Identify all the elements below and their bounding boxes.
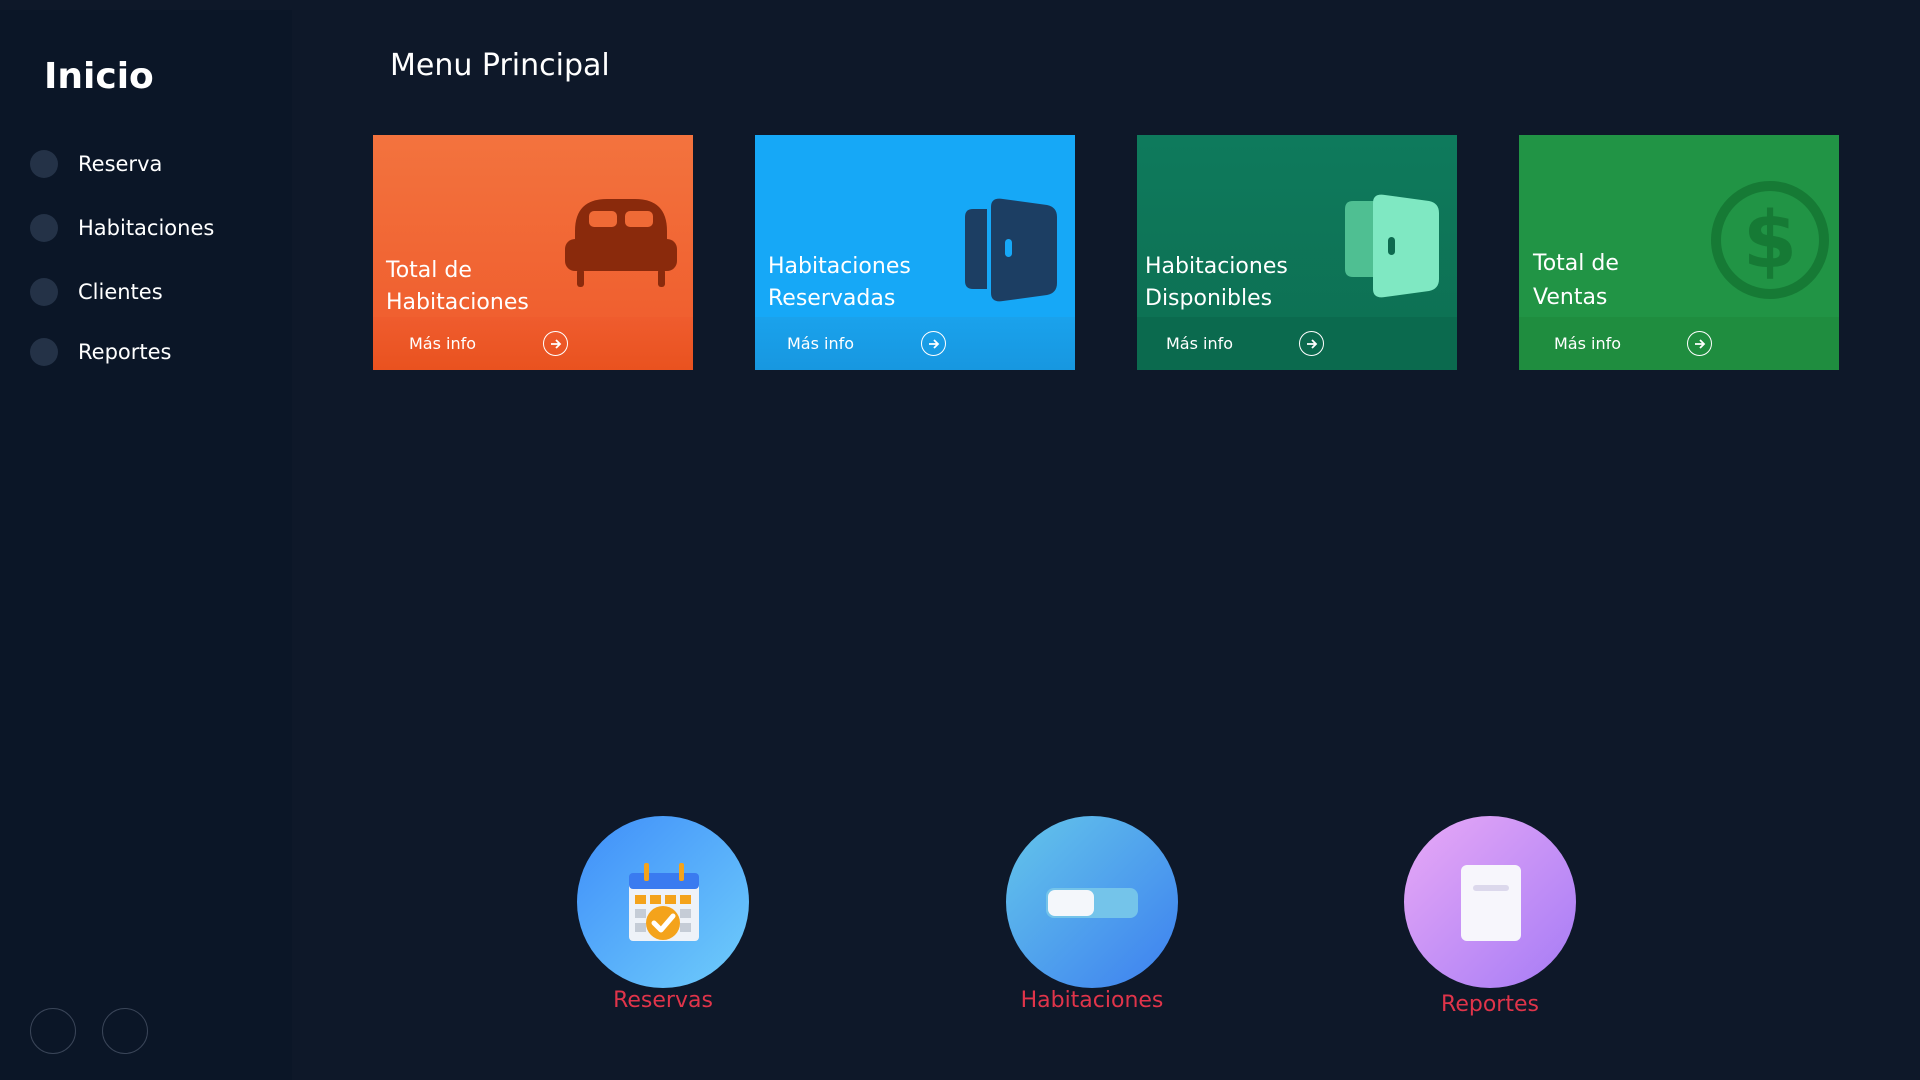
- circle-icon: [30, 150, 58, 178]
- circle-icon: [30, 338, 58, 366]
- document-icon: [1461, 865, 1521, 941]
- card-title: Total de Habitaciones: [386, 258, 529, 315]
- circle-icon: [30, 214, 58, 242]
- sidebar-item-label: Reserva: [78, 152, 163, 176]
- svg-text:$: $: [1743, 196, 1797, 286]
- card-total-habitaciones[interactable]: Total de Habitaciones Más info: [373, 135, 693, 370]
- dollar-icon: $: [1711, 181, 1829, 299]
- shortcut-label: Reportes: [1441, 992, 1539, 1017]
- sidebar-item-habitaciones[interactable]: Habitaciones: [30, 208, 270, 248]
- door-open-icon: [1345, 194, 1439, 298]
- arrow-right-icon[interactable]: [1687, 331, 1712, 356]
- card-total-ventas[interactable]: $ Total de Ventas Más info: [1519, 135, 1839, 370]
- card-habitaciones-reservadas[interactable]: Habitaciones Reservadas Más info: [755, 135, 1075, 370]
- shortcut-circle[interactable]: [1006, 816, 1178, 988]
- more-info-link[interactable]: Más info: [1554, 334, 1621, 353]
- shortcut-label: Reservas: [613, 988, 713, 1013]
- arrow-right-icon[interactable]: [1299, 331, 1324, 356]
- calendar-icon: [629, 863, 699, 941]
- arrow-right-icon[interactable]: [921, 331, 946, 356]
- shortcut-reservas[interactable]: Reservas: [577, 816, 749, 1013]
- shortcut-habitaciones[interactable]: Habitaciones: [1006, 816, 1178, 1013]
- card-footer[interactable]: Más info: [1137, 317, 1457, 370]
- shortcut-circle[interactable]: [1404, 816, 1576, 988]
- card-footer[interactable]: Más info: [1519, 317, 1839, 370]
- sidebar-item-label: Reportes: [78, 340, 172, 364]
- door-icon: [965, 198, 1057, 302]
- more-info-link[interactable]: Más info: [409, 334, 476, 353]
- page-title: Menu Principal: [390, 48, 610, 83]
- circle-icon: [30, 278, 58, 306]
- card-title: Habitaciones Disponibles: [1145, 254, 1288, 311]
- card-title: Total de Ventas: [1533, 251, 1619, 310]
- footer-circle-button[interactable]: [102, 1008, 148, 1054]
- more-info-link[interactable]: Más info: [1166, 334, 1233, 353]
- footer-circle-button[interactable]: [30, 1008, 76, 1054]
- app-title: Inicio: [44, 56, 154, 97]
- arrow-right-icon[interactable]: [543, 331, 568, 356]
- card-footer[interactable]: Más info: [755, 317, 1075, 370]
- shortcut-label: Habitaciones: [1020, 988, 1164, 1013]
- sidebar: Inicio Reserva Habitaciones Clientes Rep…: [0, 10, 292, 1080]
- bed-icon: [565, 199, 677, 287]
- sidebar-item-reserva[interactable]: Reserva: [30, 144, 270, 184]
- shortcut-circle[interactable]: [577, 816, 749, 988]
- sidebar-item-reportes[interactable]: Reportes: [30, 332, 270, 372]
- sidebar-item-label: Habitaciones: [78, 216, 215, 240]
- card-footer[interactable]: Más info: [373, 317, 693, 370]
- more-info-link[interactable]: Más info: [787, 334, 854, 353]
- card-title: Habitaciones Reservadas: [768, 254, 911, 311]
- toggle-icon: [1046, 888, 1138, 918]
- sidebar-item-clientes[interactable]: Clientes: [30, 272, 270, 312]
- shortcut-reportes[interactable]: Reportes: [1404, 816, 1576, 1017]
- sidebar-item-label: Clientes: [78, 280, 163, 304]
- card-habitaciones-disponibles[interactable]: Habitaciones Disponibles Más info: [1137, 135, 1457, 370]
